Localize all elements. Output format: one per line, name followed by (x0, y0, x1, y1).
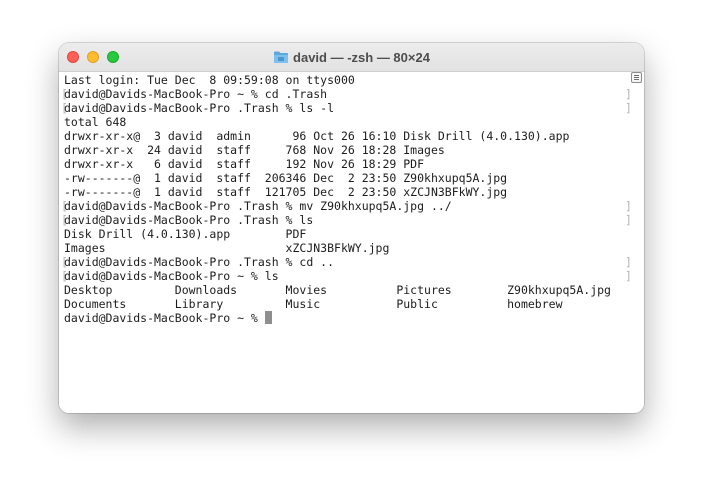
terminal-command-line: [] david@Davids-MacBook-Pro .Trash % ls (61, 213, 632, 227)
terminal-output-line: Last login: Tue Dec 8 09:59:08 on ttys00… (64, 73, 624, 87)
prompt-mark-right: ] (625, 199, 632, 213)
terminal-window: david — -zsh — 80×24 Last login: Tue Dec… (59, 43, 644, 413)
line-text: drwxr-xr-x 6 david staff 192 Nov 26 18:2… (64, 157, 425, 171)
line-text: david@Davids-MacBook-Pro ~ % ls (64, 269, 279, 283)
line-text: david@Davids-MacBook-Pro .Trash % cd .. (64, 255, 335, 269)
window-title-text: david — -zsh — 80×24 (293, 49, 430, 65)
terminal-output-line: -rw-------@ 1 david staff 206346 Dec 2 2… (64, 171, 624, 185)
terminal-output[interactable]: Last login: Tue Dec 8 09:59:08 on ttys00… (59, 72, 644, 413)
prompt-mark-left: [ (61, 87, 68, 101)
line-text: Documents Library Music Public homebrew (64, 297, 563, 311)
line-text: -rw-------@ 1 david staff 121705 Dec 2 2… (64, 185, 508, 199)
current-prompt: david@Davids-MacBook-Pro ~ % (64, 311, 265, 325)
terminal-command-line: [] david@Davids-MacBook-Pro .Trash % mv Z… (61, 199, 632, 213)
prompt-mark-left: [ (61, 269, 68, 283)
terminal-output-line: -rw-------@ 1 david staff 121705 Dec 2 2… (64, 185, 624, 199)
terminal-output-line: Desktop Downloads Movies Pictures Z90khx… (64, 283, 624, 297)
terminal-lines: Last login: Tue Dec 8 09:59:08 on ttys00… (61, 73, 632, 325)
terminal-command-line: [] david@Davids-MacBook-Pro .Trash % cd .… (61, 255, 632, 269)
terminal-command-line: [] david@Davids-MacBook-Pro ~ % ls (61, 269, 632, 283)
line-text: david@Davids-MacBook-Pro .Trash % mv Z90… (64, 199, 452, 213)
line-text: drwxr-xr-x 24 david staff 768 Nov 26 18:… (64, 143, 445, 157)
terminal-command-line: [] david@Davids-MacBook-Pro ~ % cd .Trash (61, 87, 632, 101)
current-prompt-line[interactable]: david@Davids-MacBook-Pro ~ % (64, 311, 624, 325)
window-title: david — -zsh — 80×24 (59, 43, 644, 71)
terminal-output-line: Images xZCJN3BFkWY.jpg (64, 241, 624, 255)
line-text: drwxr-xr-x@ 3 david admin 96 Oct 26 16:1… (64, 129, 570, 143)
line-text: david@Davids-MacBook-Pro .Trash % ls -l (64, 101, 335, 115)
prompt-mark-left: [ (61, 213, 68, 227)
text-cursor (264, 311, 272, 324)
prompt-mark-right: ] (625, 87, 632, 101)
terminal-command-line: [] david@Davids-MacBook-Pro .Trash % ls -… (61, 101, 632, 115)
prompt-mark-left: [ (61, 255, 68, 269)
terminal-output-line: total 648 (64, 115, 624, 129)
prompt-mark-right: ] (625, 255, 632, 269)
folder-icon (273, 49, 289, 65)
prompt-mark-left: [ (61, 101, 68, 115)
line-text: Disk Drill (4.0.130).app PDF (64, 227, 307, 241)
prompt-mark-right: ] (625, 101, 632, 115)
line-text: Last login: Tue Dec 8 09:59:08 on ttys00… (64, 73, 355, 87)
terminal-output-line: drwxr-xr-x 6 david staff 192 Nov 26 18:2… (64, 157, 624, 171)
line-text: david@Davids-MacBook-Pro ~ % cd .Trash (64, 87, 328, 101)
terminal-output-line: drwxr-xr-x@ 3 david admin 96 Oct 26 16:1… (64, 129, 624, 143)
prompt-mark-left: [ (61, 199, 68, 213)
line-text: Desktop Downloads Movies Pictures Z90khx… (64, 283, 611, 297)
scroll-menu-icon[interactable] (631, 72, 642, 83)
terminal-output-line: drwxr-xr-x 24 david staff 768 Nov 26 18:… (64, 143, 624, 157)
line-text: total 648 (64, 115, 127, 129)
line-text: david@Davids-MacBook-Pro .Trash % ls (64, 213, 314, 227)
line-text: -rw-------@ 1 david staff 206346 Dec 2 2… (64, 171, 508, 185)
terminal-output-line: Documents Library Music Public homebrew (64, 297, 624, 311)
prompt-mark-right: ] (625, 213, 632, 227)
terminal-output-line: Disk Drill (4.0.130).app PDF (64, 227, 624, 241)
prompt-mark-right: ] (625, 269, 632, 283)
line-text: Images xZCJN3BFkWY.jpg (64, 241, 390, 255)
title-bar[interactable]: david — -zsh — 80×24 (59, 43, 644, 72)
